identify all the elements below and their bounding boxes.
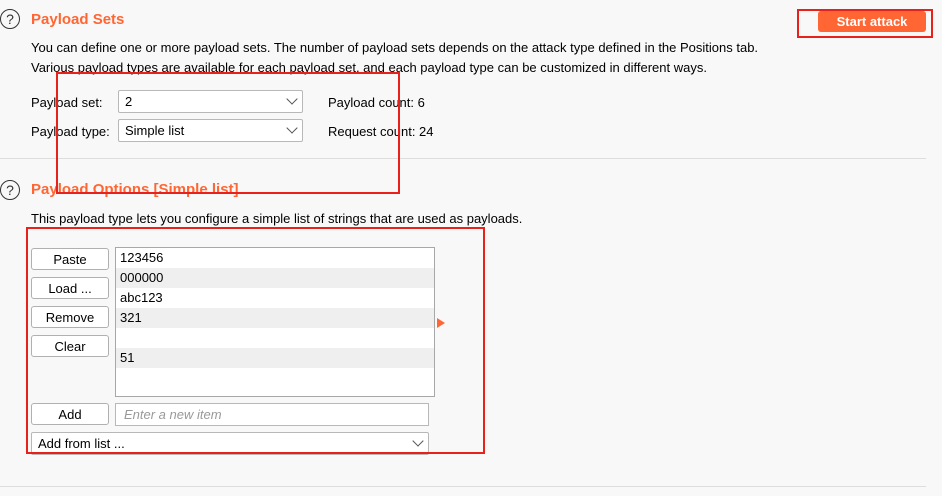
intruder-payloads-panel: ? Payload Sets Start attack You can defi… — [0, 0, 942, 496]
payload-options-highlight — [26, 227, 485, 454]
payload-options-desc: This payload type lets you configure a s… — [31, 211, 523, 226]
payload-settings-highlight — [56, 72, 400, 194]
help-icon[interactable]: ? — [0, 180, 20, 200]
help-icon[interactable]: ? — [0, 9, 20, 29]
payload-sets-desc-line1: You can define one or more payload sets.… — [31, 40, 759, 55]
start-attack-highlight — [797, 9, 933, 38]
payload-sets-title: Payload Sets — [31, 11, 125, 28]
section-divider — [0, 486, 926, 487]
